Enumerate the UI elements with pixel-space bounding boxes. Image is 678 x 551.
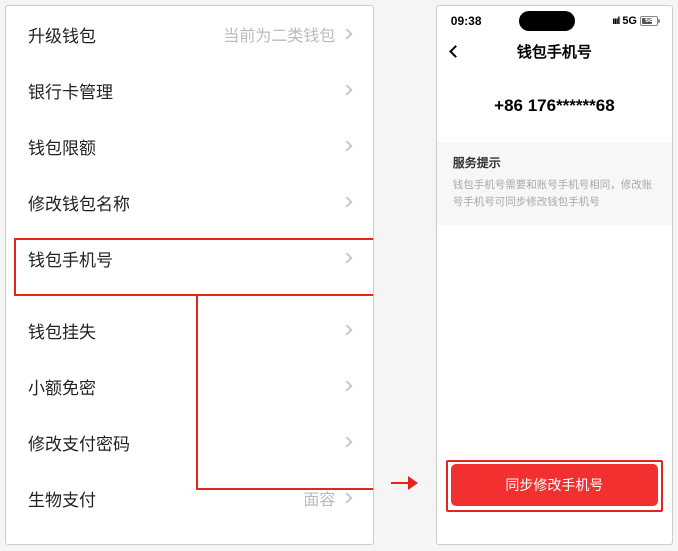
- status-icons: ıııl 5G 68: [612, 15, 658, 27]
- chevron-right-icon: [342, 28, 353, 39]
- action-button-label: 同步修改手机号: [505, 475, 603, 495]
- list-item-bankcard-manage[interactable]: 银行卡管理: [6, 62, 373, 118]
- sync-change-phone-button[interactable]: 同步修改手机号: [451, 464, 658, 506]
- network-label: 5G: [622, 15, 637, 27]
- list-item-label: 小额免密: [28, 374, 96, 399]
- list-item-label: 银行卡管理: [28, 78, 113, 103]
- list-item-biometric-pay[interactable]: 生物支付 面容: [6, 470, 373, 526]
- nav-bar: 钱包手机号: [437, 32, 672, 70]
- list-item-label: 钱包限额: [28, 134, 96, 159]
- nav-title: 钱包手机号: [517, 41, 592, 62]
- chevron-right-icon: [342, 84, 353, 95]
- chevron-right-icon: [342, 196, 353, 207]
- signal-icon: ıııl: [612, 16, 619, 27]
- list-item-subvalue: 当前为二类钱包: [223, 22, 335, 46]
- list-item-wallet-limit[interactable]: 钱包限额: [6, 118, 373, 174]
- chevron-right-icon: [342, 380, 353, 391]
- tip-title: 服务提示: [453, 154, 656, 171]
- list-item-rename-wallet[interactable]: 修改钱包名称: [6, 174, 373, 230]
- list-item-label: 生物支付: [28, 486, 96, 511]
- list-item-label: 修改钱包名称: [28, 190, 130, 215]
- chevron-right-icon: [342, 436, 353, 447]
- wallet-phone-screen: 09:38 ıııl 5G 68 钱包手机号 +86 176******68 服…: [436, 5, 673, 545]
- list-item-upgrade-wallet[interactable]: 升级钱包 当前为二类钱包: [6, 6, 373, 62]
- battery-text: 68: [641, 16, 657, 26]
- list-item-label: 钱包挂失: [28, 318, 96, 343]
- list-item-label: 升级钱包: [28, 22, 96, 47]
- back-icon[interactable]: [449, 45, 462, 58]
- chevron-right-icon: [342, 140, 353, 151]
- chevron-right-icon: [342, 252, 353, 263]
- list-item-small-no-password[interactable]: 小额免密: [6, 358, 373, 414]
- battery-icon: 68: [640, 16, 658, 26]
- list-item-wallet-loss[interactable]: 钱包挂失: [6, 302, 373, 358]
- annotation-arrow: [394, 476, 415, 490]
- list-item-label: 钱包手机号: [28, 246, 113, 271]
- chevron-right-icon: [342, 324, 353, 335]
- list-item-subvalue: 面容: [303, 486, 335, 510]
- status-bar: 09:38 ıııl 5G 68: [437, 10, 672, 32]
- list-item-label: 修改支付密码: [28, 430, 130, 455]
- status-time: 09:38: [451, 14, 482, 28]
- device-notch: [519, 11, 575, 31]
- settings-screen: 升级钱包 当前为二类钱包 银行卡管理 钱包限额 修改钱包名称 钱包手机号 钱包挂…: [5, 5, 374, 545]
- chevron-right-icon: [342, 492, 353, 503]
- masked-phone-number: +86 176******68: [437, 96, 672, 116]
- list-item-change-pay-password[interactable]: 修改支付密码: [6, 414, 373, 470]
- list-item-wallet-phone[interactable]: 钱包手机号: [6, 230, 373, 286]
- tip-body: 钱包手机号需要和账号手机号相同，修改账号手机号可同步修改钱包手机号: [453, 177, 656, 211]
- service-tip-box: 服务提示 钱包手机号需要和账号手机号相同，修改账号手机号可同步修改钱包手机号: [437, 142, 672, 225]
